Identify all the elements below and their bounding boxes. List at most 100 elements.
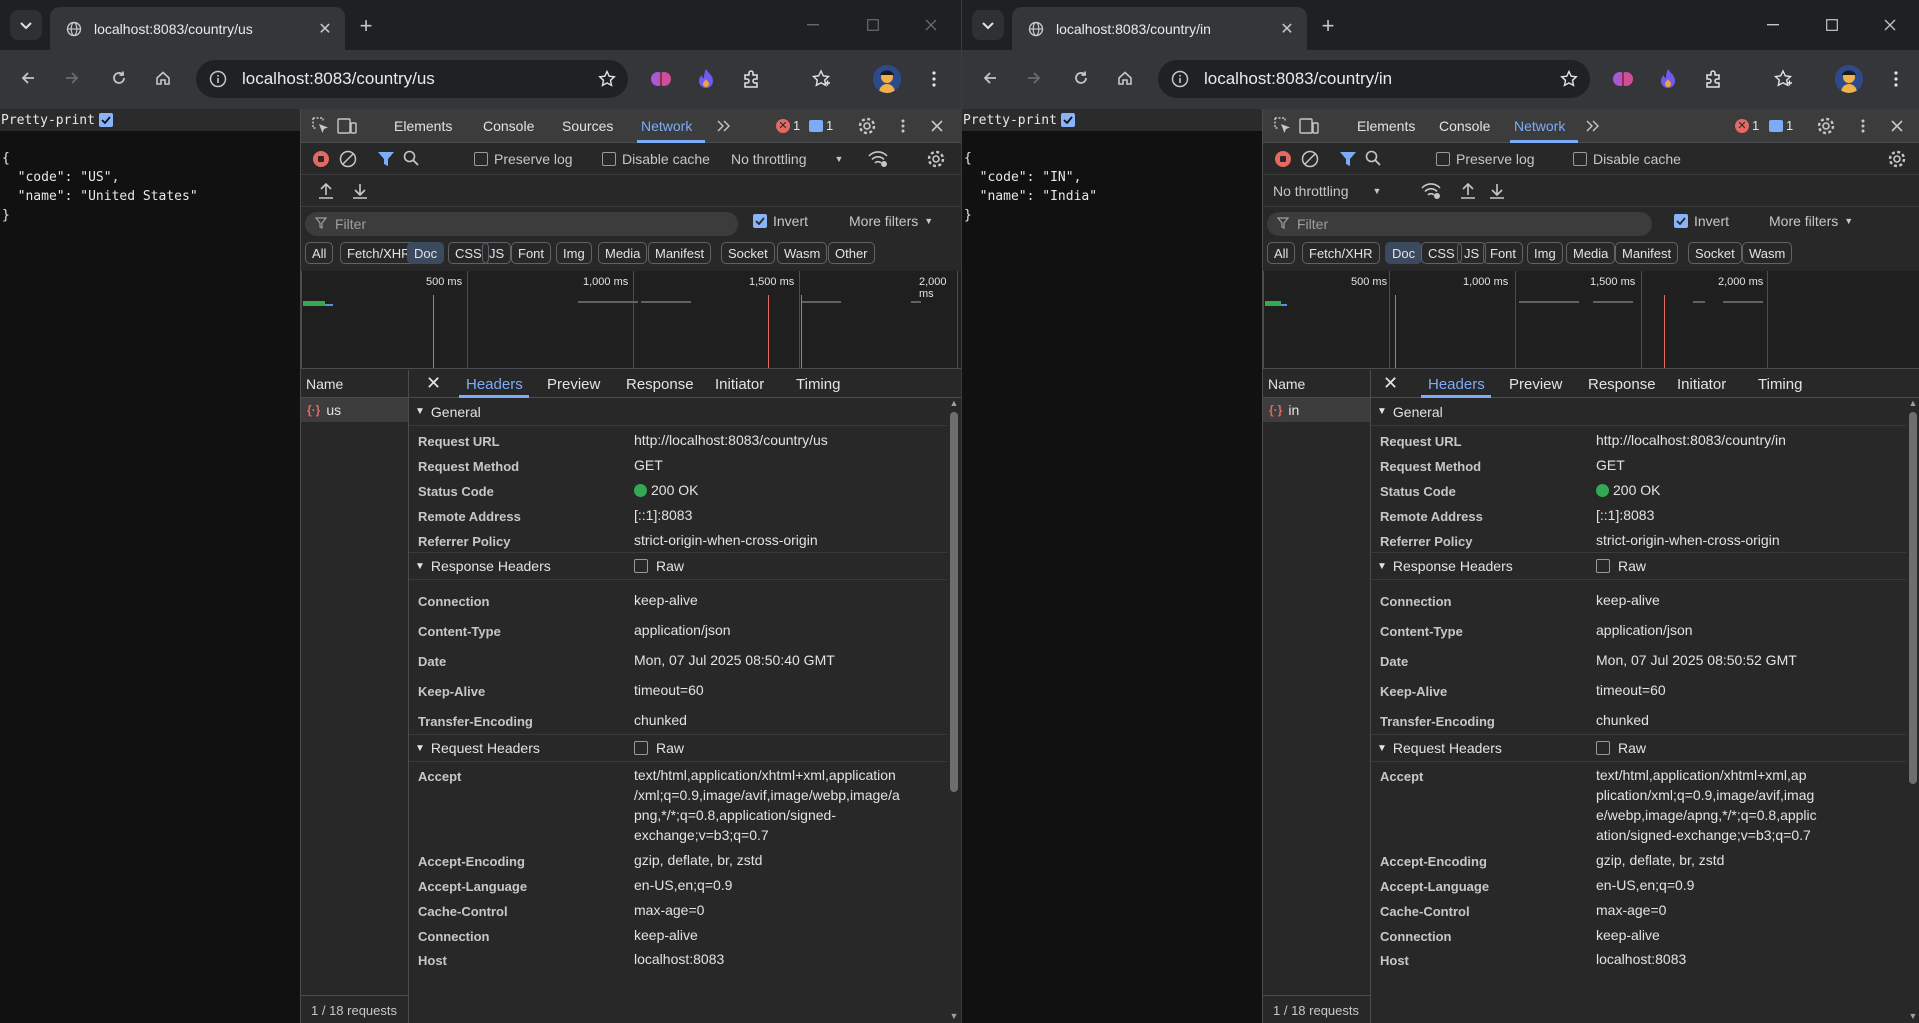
clear-icon[interactable]	[1301, 150, 1319, 168]
type-filter-img[interactable]: Img	[556, 242, 592, 264]
more-filters-button[interactable]: More filters ▼	[1769, 213, 1853, 229]
devtools-settings-gear-icon[interactable]	[857, 116, 877, 136]
type-filter-js[interactable]: JS	[482, 242, 512, 264]
record-stop-icon[interactable]	[312, 150, 330, 168]
network-settings-gear-icon[interactable]	[1888, 150, 1906, 168]
record-stop-icon[interactable]	[1274, 150, 1292, 168]
tab-preview[interactable]: Preview	[547, 376, 600, 393]
back-button[interactable]	[13, 64, 43, 94]
device-toolbar-icon[interactable]	[337, 116, 357, 136]
new-tab-button[interactable]: +	[1314, 12, 1342, 40]
disable-cache-checkbox[interactable]	[1573, 152, 1587, 166]
type-filter-media[interactable]: Media	[1566, 242, 1616, 264]
preserve-log-checkbox[interactable]	[474, 152, 488, 166]
tab-network[interactable]: Network	[641, 118, 692, 134]
more-tabs-chevron-icon[interactable]	[714, 116, 734, 136]
reading-list-star-icon[interactable]	[806, 64, 836, 94]
scroll-thumb[interactable]	[1909, 412, 1917, 784]
devtools-menu-icon[interactable]	[893, 116, 913, 136]
tab-elements[interactable]: Elements	[1357, 118, 1415, 134]
type-filter-socket[interactable]: Socket	[1688, 242, 1742, 264]
throttling-select[interactable]: No throttling ▼	[731, 151, 843, 167]
tab-response[interactable]: Response	[1588, 376, 1656, 393]
preserve-log-toggle[interactable]: Preserve log	[1436, 151, 1535, 167]
scroll-up-arrow-icon[interactable]: ▲	[1908, 398, 1918, 408]
browser-tab[interactable]: localhost:8083/country/us ✕	[50, 7, 345, 50]
forward-button[interactable]	[57, 64, 87, 94]
scroll-up-arrow-icon[interactable]: ▲	[949, 398, 959, 408]
raw-toggle[interactable]: Raw	[1596, 740, 1646, 756]
type-filter-wasm[interactable]: Wasm	[777, 242, 828, 264]
extensions-puzzle-icon[interactable]	[737, 64, 767, 94]
maximize-button[interactable]	[1809, 10, 1855, 40]
kebab-menu-icon[interactable]	[1881, 64, 1911, 94]
message-count-badge[interactable]: 1	[1769, 118, 1793, 133]
throttling-select[interactable]: No throttling ▼	[1273, 183, 1381, 199]
error-count-badge[interactable]: ✕ 1	[776, 118, 800, 133]
preserve-log-toggle[interactable]: Preserve log	[474, 151, 573, 167]
tab-timing[interactable]: Timing	[1758, 376, 1802, 393]
tab-sources[interactable]: Sources	[562, 118, 613, 134]
tab-initiator[interactable]: Initiator	[715, 376, 764, 393]
kebab-menu-icon[interactable]	[919, 64, 949, 94]
site-info-icon[interactable]	[1168, 67, 1192, 91]
close-devtools-icon[interactable]	[927, 116, 947, 136]
minimize-button[interactable]	[790, 10, 836, 40]
network-conditions-icon[interactable]	[867, 150, 889, 168]
maximize-button[interactable]	[850, 10, 896, 40]
address-bar[interactable]: localhost:8083/country/in	[1158, 60, 1590, 98]
raw-toggle[interactable]: Raw	[634, 740, 684, 756]
type-filter-js[interactable]: JS	[1457, 242, 1487, 264]
request-row[interactable]: {·} us	[301, 398, 408, 422]
raw-checkbox[interactable]	[1596, 559, 1610, 573]
tab-search-button[interactable]	[972, 10, 1004, 40]
reload-button[interactable]	[1066, 64, 1096, 94]
detail-scrollbar[interactable]: ▲ ▼	[1908, 398, 1918, 1023]
request-row[interactable]: {·} in	[1263, 398, 1370, 422]
tab-initiator[interactable]: Initiator	[1677, 376, 1726, 393]
site-info-icon[interactable]	[206, 67, 230, 91]
general-section-header[interactable]: ▼ General	[409, 398, 947, 426]
raw-toggle[interactable]: Raw	[634, 558, 684, 574]
scroll-down-arrow-icon[interactable]: ▼	[949, 1011, 959, 1021]
tab-elements[interactable]: Elements	[394, 118, 452, 134]
filter-input[interactable]: Filter	[1267, 212, 1652, 236]
back-button[interactable]	[975, 64, 1005, 94]
search-icon[interactable]	[1365, 150, 1381, 166]
profile-avatar[interactable]	[1835, 65, 1863, 93]
type-filter-font[interactable]: Font	[511, 242, 552, 264]
tab-preview[interactable]: Preview	[1509, 376, 1562, 393]
inspect-element-icon[interactable]	[311, 116, 331, 136]
export-har-icon[interactable]	[1489, 182, 1505, 200]
close-window-button[interactable]	[908, 10, 954, 40]
devtools-settings-gear-icon[interactable]	[1816, 116, 1836, 136]
import-har-icon[interactable]	[318, 182, 334, 200]
type-filter-fetch-xhr[interactable]: Fetch/XHR	[1302, 242, 1380, 264]
close-tab-icon[interactable]: ✕	[1277, 19, 1297, 39]
bookmark-star-icon[interactable]	[592, 64, 622, 94]
raw-checkbox[interactable]	[634, 741, 648, 755]
home-button[interactable]	[1110, 64, 1140, 94]
new-tab-button[interactable]: +	[352, 12, 380, 40]
pretty-print-checkbox[interactable]	[1060, 113, 1075, 127]
export-har-icon[interactable]	[352, 182, 368, 200]
more-tabs-chevron-icon[interactable]	[1583, 116, 1603, 136]
invert-checkbox[interactable]	[1674, 214, 1688, 228]
type-filter-media[interactable]: Media	[598, 242, 648, 264]
reload-button[interactable]	[104, 64, 134, 94]
general-section-header[interactable]: ▼ General	[1371, 398, 1906, 426]
brain-extension-icon[interactable]	[1608, 64, 1638, 94]
scroll-thumb[interactable]	[950, 412, 958, 792]
name-column-header[interactable]: Name	[1263, 370, 1370, 398]
type-filter-all[interactable]: All	[1267, 242, 1296, 264]
preserve-log-checkbox[interactable]	[1436, 152, 1450, 166]
raw-toggle[interactable]: Raw	[1596, 558, 1646, 574]
disable-cache-toggle[interactable]: Disable cache	[602, 151, 710, 167]
tab-network[interactable]: Network	[1514, 118, 1565, 134]
disable-cache-checkbox[interactable]	[602, 152, 616, 166]
tab-timing[interactable]: Timing	[796, 376, 840, 393]
reading-list-star-icon[interactable]	[1768, 64, 1798, 94]
address-bar[interactable]: localhost:8083/country/us	[196, 60, 628, 98]
tab-console[interactable]: Console	[1439, 118, 1490, 134]
tab-response[interactable]: Response	[626, 376, 694, 393]
